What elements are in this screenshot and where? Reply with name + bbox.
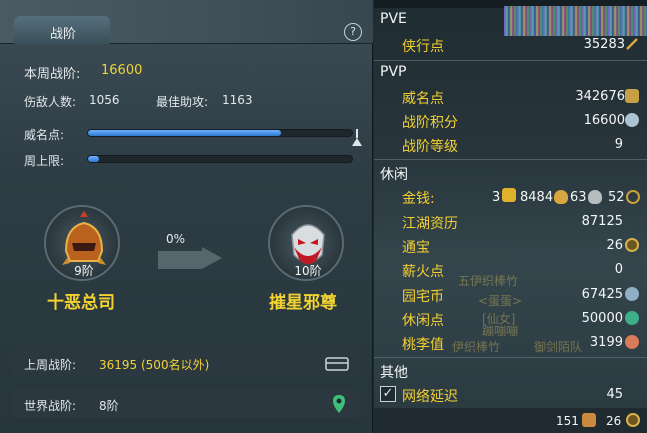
rank-badge-icon bbox=[625, 113, 639, 127]
prestige-bar bbox=[87, 129, 353, 137]
location-pin-icon[interactable] bbox=[332, 394, 346, 414]
weekly-cap-bar-fill bbox=[88, 156, 99, 162]
world-rank-row: 世界战阶: 8阶 bbox=[12, 390, 361, 418]
zhanjie-level-label: 战阶等级 bbox=[402, 139, 458, 155]
footer-coin-icon bbox=[626, 413, 640, 427]
house-coin-icon bbox=[625, 287, 639, 301]
latency-label: 网络延迟 bbox=[402, 389, 458, 405]
xinhuo-value: 0 bbox=[614, 262, 623, 277]
weiming-value: 342676 bbox=[575, 89, 625, 104]
prestige-label: 威名点: bbox=[24, 128, 65, 142]
yuanzhai-label: 园宅币 bbox=[402, 289, 444, 305]
xiaxing-value: 35283 bbox=[583, 37, 625, 52]
bar-marker-icon bbox=[352, 129, 362, 146]
coin-icon bbox=[626, 190, 640, 204]
money-copper2: 52 bbox=[608, 190, 625, 205]
weekly-cap-bar bbox=[87, 155, 353, 163]
money-gold: 3 bbox=[492, 190, 501, 205]
money-copper1: 63 bbox=[570, 190, 587, 205]
last-week-row: 上周战阶: 36195 (500名以外) bbox=[12, 349, 361, 377]
jianghu-label: 江湖资历 bbox=[402, 216, 458, 232]
divider bbox=[374, 60, 647, 61]
copper-ingot-icon bbox=[588, 190, 602, 204]
divider bbox=[374, 357, 647, 358]
leaf-icon bbox=[625, 311, 639, 325]
weekly-rank-value: 16600 bbox=[101, 63, 143, 78]
taoli-label: 桃李值 bbox=[402, 337, 444, 353]
tongbao-label: 通宝 bbox=[402, 240, 430, 256]
help-button[interactable]: ? bbox=[344, 23, 362, 41]
rank-progress-percent: 0% bbox=[166, 232, 186, 246]
jianghu-value: 87125 bbox=[581, 214, 623, 229]
watermark-tag: <蛋蛋> bbox=[478, 294, 523, 308]
watermark-name-2: 蹦嘣嘣 bbox=[482, 324, 519, 338]
watermark-name-3: 伊织棒竹 bbox=[452, 340, 501, 354]
prestige-bar-fill bbox=[88, 130, 281, 136]
next-rank-level: 10阶 bbox=[294, 264, 322, 278]
yuanzhai-value: 67425 bbox=[581, 287, 623, 302]
taoli-value: 3199 bbox=[589, 335, 623, 350]
kills-label: 伤敌人数: bbox=[24, 95, 77, 109]
kills-value: 1056 bbox=[89, 93, 120, 107]
assist-value: 1163 bbox=[222, 93, 253, 107]
peach-icon bbox=[625, 335, 639, 349]
tongbao-value: 26 bbox=[606, 238, 623, 253]
zhanjie-score-label: 战阶积分 bbox=[402, 115, 458, 131]
xiuxian-value: 50000 bbox=[581, 311, 623, 326]
latency-checkbox[interactable]: ✓ bbox=[380, 386, 396, 402]
next-rank-name: 摧星邪尊 bbox=[269, 293, 337, 313]
tongbao-coin-icon bbox=[625, 238, 639, 252]
xinhuo-label: 薪火点 bbox=[402, 264, 444, 280]
xiaxing-label: 侠行点 bbox=[402, 39, 444, 55]
last-week-label: 上周战阶: bbox=[24, 358, 77, 372]
watermark-name: 五伊织棒竹 bbox=[458, 274, 519, 288]
scroll-icon bbox=[582, 413, 596, 427]
section-leisure: 休闲 bbox=[380, 167, 408, 183]
panel-title: 战阶 bbox=[50, 27, 77, 42]
footer-count-a: 151 bbox=[556, 414, 579, 428]
weiming-label: 威名点 bbox=[402, 91, 444, 107]
footer-count-b: 26 bbox=[606, 414, 622, 428]
status-footer: 151 26 bbox=[374, 408, 647, 433]
latency-value: 45 bbox=[606, 387, 623, 402]
zhanjie-score-value: 16600 bbox=[583, 113, 625, 128]
xiuxian-label: 休闲点 bbox=[402, 313, 444, 329]
rank-panel: 战阶 ? 本周战阶: 16600 伤敌人数: 1056 最佳助攻: 1163 威… bbox=[0, 0, 373, 433]
zhanjie-level-value: 9 bbox=[614, 137, 623, 152]
current-rank-name: 十恶总司 bbox=[47, 293, 115, 313]
section-pve: PVE bbox=[380, 11, 407, 27]
world-rank-value: 8阶 bbox=[99, 399, 119, 413]
silver-ingot-icon bbox=[554, 190, 568, 204]
divider bbox=[374, 159, 647, 160]
section-other: 其他 bbox=[380, 365, 408, 381]
chest-icon[interactable] bbox=[325, 355, 349, 371]
gold-ingot-icon bbox=[502, 188, 516, 202]
weekly-cap-label: 周上限: bbox=[24, 154, 65, 168]
section-pvp: PVP bbox=[380, 64, 407, 80]
assist-label: 最佳助攻: bbox=[156, 95, 209, 109]
currency-panel: 五伊织棒竹 <蛋蛋> [仙女] 蹦嘣嘣 伊织棒竹 御剑陌队 PVE 侠行点 35… bbox=[374, 0, 647, 433]
world-rank-label: 世界战阶: bbox=[24, 399, 77, 413]
arrow-right-icon bbox=[158, 247, 222, 269]
prestige-token-icon bbox=[625, 89, 639, 103]
weekly-rank-label: 本周战阶: bbox=[24, 67, 81, 82]
money-silver: 8484 bbox=[520, 190, 554, 205]
sword-icon bbox=[626, 38, 638, 50]
current-rank-level: 9阶 bbox=[74, 264, 94, 278]
money-label: 金钱: bbox=[402, 191, 435, 207]
last-week-value: 36195 (500名以外) bbox=[99, 358, 210, 372]
watermark-name-4: 御剑陌队 bbox=[534, 340, 583, 354]
glitch-strip bbox=[504, 6, 647, 36]
